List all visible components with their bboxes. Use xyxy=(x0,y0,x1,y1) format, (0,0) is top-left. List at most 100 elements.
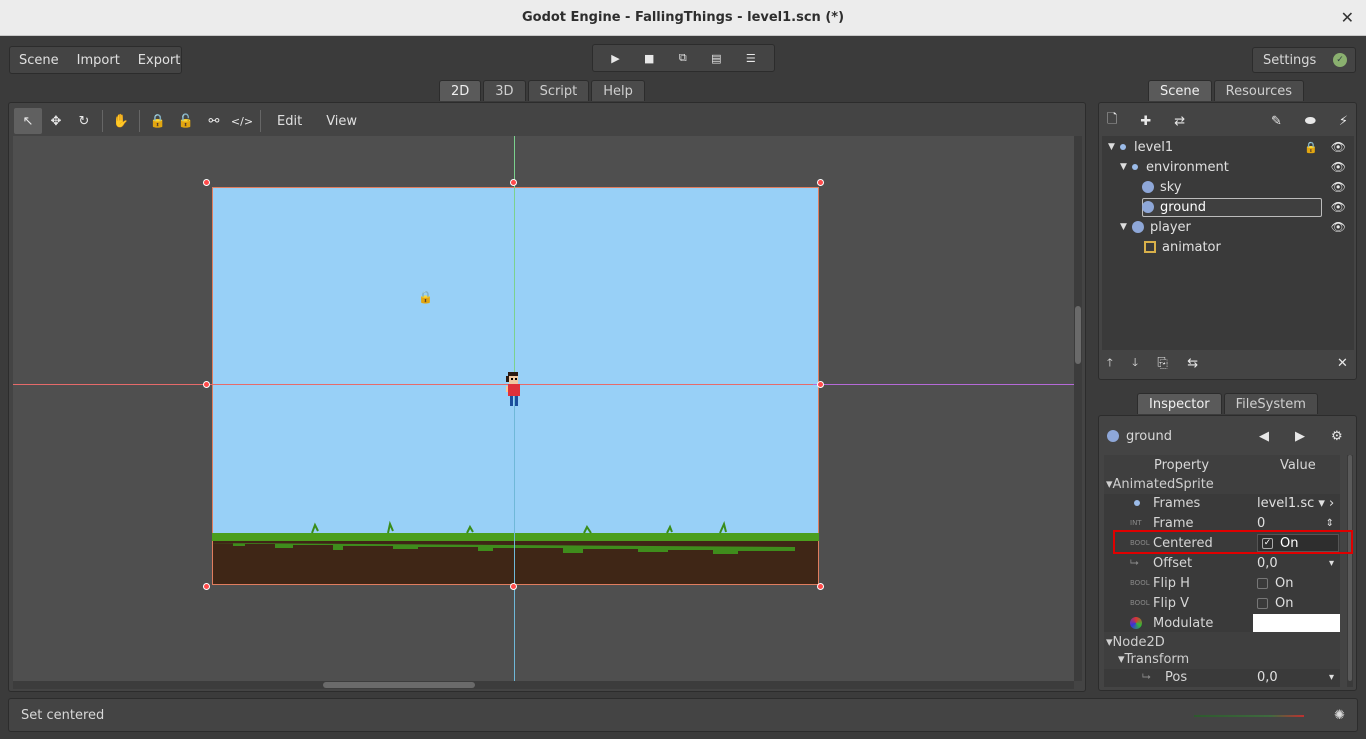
flip-h-checkbox[interactable]: On xyxy=(1257,576,1293,591)
add-node-icon[interactable]: ✚ xyxy=(1140,114,1151,129)
settings-button[interactable]: Settings ✓ xyxy=(1252,47,1356,73)
modulate-color-swatch[interactable] xyxy=(1253,614,1340,632)
expand-arrow-icon[interactable]: ▼ xyxy=(1120,162,1132,172)
highlight-box xyxy=(1113,530,1353,554)
dropdown-arrow-icon[interactable]: ▾ xyxy=(1329,672,1334,683)
visibility-eye-icon[interactable]: 👁 xyxy=(1331,140,1346,154)
tab-resources[interactable]: Resources xyxy=(1213,80,1305,101)
sky-sprite[interactable]: 🔒 xyxy=(212,187,819,535)
settings-label: Settings xyxy=(1263,52,1317,68)
move-up-icon[interactable]: 🡑 xyxy=(1107,354,1113,373)
resize-handle-r[interactable] xyxy=(817,381,824,388)
tree-item-player[interactable]: ▼ player 👁 xyxy=(1102,217,1354,237)
visibility-eye-icon[interactable]: 👁 xyxy=(1331,200,1346,214)
tab-script[interactable]: Script xyxy=(527,80,590,101)
top-menu: Scene Import Export xyxy=(9,46,182,74)
close-icon[interactable]: ✕ xyxy=(1341,8,1354,27)
resize-handle-bl[interactable] xyxy=(203,583,210,590)
signal-icon[interactable]: ⚡ xyxy=(1339,114,1348,129)
replace-node-icon[interactable]: ⇄ xyxy=(1174,114,1185,129)
frame-value[interactable]: 0 xyxy=(1257,516,1265,531)
player-sprite[interactable] xyxy=(500,372,524,412)
ungroup-icon[interactable]: </> xyxy=(228,108,256,134)
new-node-icon[interactable]: 🗋 xyxy=(1107,110,1117,132)
visibility-eye-icon[interactable]: 👁 xyxy=(1331,160,1346,174)
flip-v-checkbox[interactable]: On xyxy=(1257,596,1293,611)
tree-item-ground[interactable]: ground 👁 xyxy=(1102,197,1354,217)
property-flip-v[interactable]: BOOL Flip V On xyxy=(1104,593,1340,613)
tree-item-sky[interactable]: sky 👁 xyxy=(1102,177,1354,197)
resize-handle-b[interactable] xyxy=(510,583,517,590)
resize-handle-l[interactable] xyxy=(203,381,210,388)
scene-bottom-toolbar: 🡑 🡓 ⎘ ⇆ ✕ xyxy=(1099,349,1356,377)
link-icon[interactable]: ⬬ xyxy=(1305,114,1316,129)
resize-handle-tl[interactable] xyxy=(203,179,210,186)
inspector-scrollbar[interactable] xyxy=(1347,455,1353,687)
rotate-tool-icon[interactable]: ↻ xyxy=(70,108,98,134)
gear-icon[interactable]: ⚙ xyxy=(1331,429,1343,444)
section-transform[interactable]: ▾Transform xyxy=(1104,649,1340,669)
property-pos[interactable]: ⮡ Pos 0,0 ▾ xyxy=(1104,667,1340,687)
scene-tree: ▼ level1 🔒 👁 ▼ environment 👁 sky 👁 groun… xyxy=(1102,136,1354,350)
unlock-icon[interactable]: 🔓 xyxy=(172,108,200,134)
scroll-thumb[interactable] xyxy=(1075,306,1081,364)
pos-value[interactable]: 0,0 xyxy=(1257,670,1278,685)
property-modulate[interactable]: Modulate xyxy=(1104,613,1340,633)
section-animatedsprite[interactable]: ▾AnimatedSprite xyxy=(1104,474,1340,494)
forward-icon[interactable]: ▶ xyxy=(1295,429,1305,444)
spinner-arrows-icon[interactable]: ⇕ xyxy=(1326,518,1334,529)
expand-arrow-icon[interactable]: ▼ xyxy=(1108,142,1120,152)
frames-value[interactable]: level1.sc ▾ › xyxy=(1257,496,1334,511)
tab-inspector[interactable]: Inspector xyxy=(1137,393,1222,414)
expand-arrow-icon[interactable]: ▼ xyxy=(1120,222,1132,232)
back-icon[interactable]: ◀ xyxy=(1259,429,1269,444)
canvas-hscrollbar[interactable] xyxy=(13,681,1074,689)
tree-item-label: environment xyxy=(1146,159,1229,175)
script-icon[interactable]: ✎ xyxy=(1271,114,1282,129)
menu-import[interactable]: Import xyxy=(68,53,129,68)
dropdown-arrow-icon[interactable]: ▾ xyxy=(1329,558,1334,569)
tab-3d[interactable]: 3D xyxy=(483,80,526,101)
duplicate-icon[interactable]: ⎘ xyxy=(1157,356,1167,371)
menu-scene[interactable]: Scene xyxy=(10,53,68,68)
move-down-icon[interactable]: 🡓 xyxy=(1132,354,1138,373)
tab-2d[interactable]: 2D xyxy=(439,80,482,101)
delete-icon[interactable]: ✕ xyxy=(1337,356,1348,371)
tab-filesystem[interactable]: FileSystem xyxy=(1223,393,1318,414)
lock-icon[interactable]: 🔒 xyxy=(1304,141,1318,154)
play-icon[interactable]: ▶ xyxy=(611,52,619,65)
canvas-vscrollbar[interactable] xyxy=(1074,136,1082,681)
scene-canvas[interactable]: 🔒 xyxy=(13,136,1074,681)
move-tool-icon[interactable]: ✥ xyxy=(42,108,70,134)
deploy-icon[interactable]: ☰ xyxy=(746,52,756,65)
menu-view[interactable]: View xyxy=(314,114,369,129)
property-frames[interactable]: Frames level1.sc ▾ › xyxy=(1104,493,1340,513)
property-offset[interactable]: ⮡ Offset 0,0 ▾ xyxy=(1104,553,1340,573)
lock-icon[interactable]: 🔒 xyxy=(144,108,172,134)
resize-handle-tr[interactable] xyxy=(817,179,824,186)
select-tool-icon[interactable]: ↖ xyxy=(14,108,42,134)
color-wheel-icon xyxy=(1130,617,1142,629)
tree-item-environment[interactable]: ▼ environment 👁 xyxy=(1102,157,1354,177)
visibility-eye-icon[interactable]: 👁 xyxy=(1331,220,1346,234)
menu-edit[interactable]: Edit xyxy=(265,114,314,129)
scroll-thumb[interactable] xyxy=(1348,455,1352,681)
tree-item-label: player xyxy=(1150,219,1191,235)
tree-item-animator[interactable]: animator xyxy=(1102,237,1354,257)
property-flip-h[interactable]: BOOL Flip H On xyxy=(1104,573,1340,593)
play-scene-icon[interactable]: ⧉ xyxy=(679,51,687,65)
resize-handle-t[interactable] xyxy=(510,179,517,186)
tab-help[interactable]: Help xyxy=(591,80,645,101)
group-icon[interactable]: ⚯ xyxy=(200,108,228,134)
tree-item-level1[interactable]: ▼ level1 🔒 👁 xyxy=(1102,137,1354,157)
tab-scene[interactable]: Scene xyxy=(1148,80,1212,101)
stop-icon[interactable]: ■ xyxy=(644,52,654,65)
reparent-icon[interactable]: ⇆ xyxy=(1187,356,1198,371)
resize-handle-br[interactable] xyxy=(817,583,824,590)
scroll-thumb[interactable] xyxy=(323,682,475,688)
offset-value[interactable]: 0,0 xyxy=(1257,556,1278,571)
play-custom-icon[interactable]: ▤ xyxy=(711,52,721,65)
pan-tool-icon[interactable]: ✋ xyxy=(107,108,135,134)
menu-export[interactable]: Export xyxy=(129,53,190,68)
visibility-eye-icon[interactable]: 👁 xyxy=(1331,180,1346,194)
